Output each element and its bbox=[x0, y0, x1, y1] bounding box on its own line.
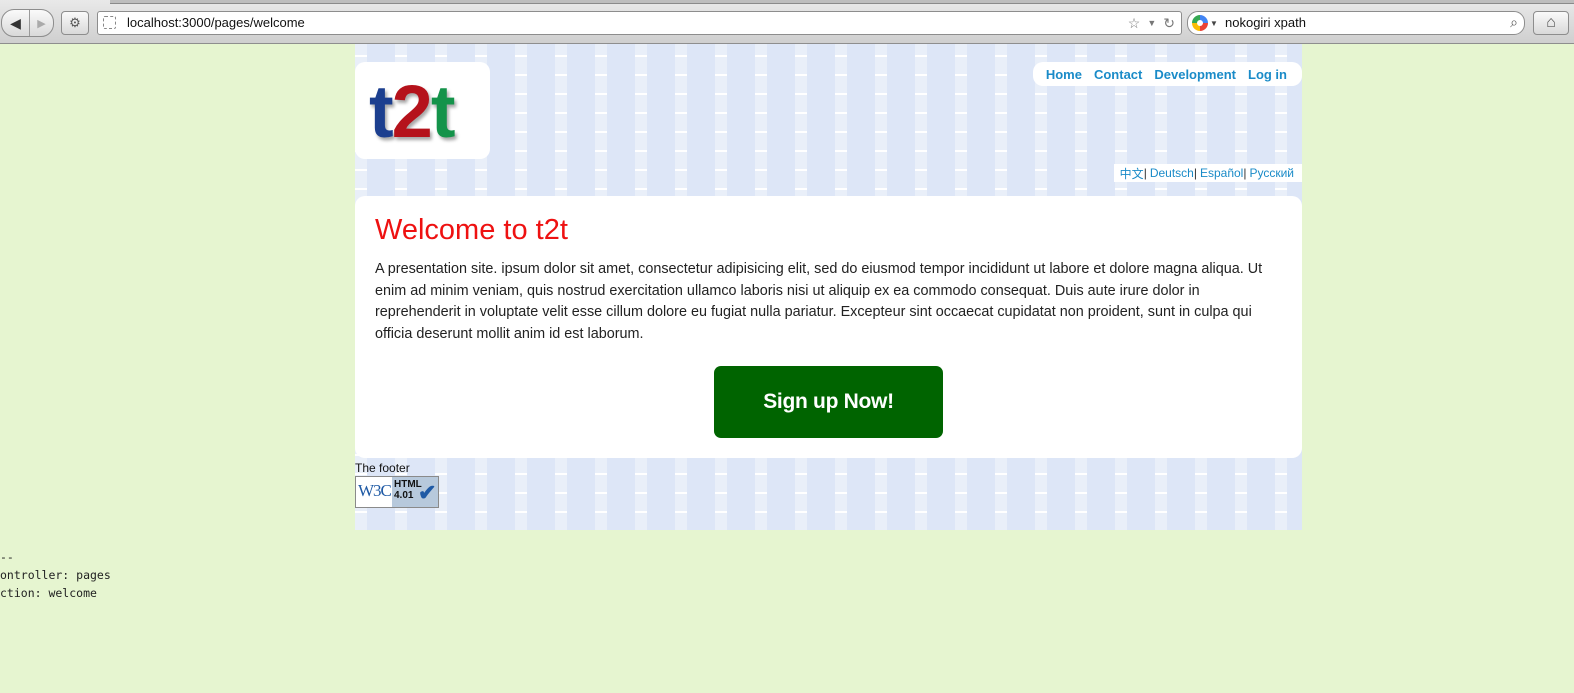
page-title: Welcome to t2t bbox=[375, 214, 568, 246]
forward-arrow-icon[interactable]: ▶ bbox=[30, 10, 53, 36]
logo-letter-t: t bbox=[369, 70, 394, 153]
main-content: Welcome to t2t A presentation site. ipsu… bbox=[355, 196, 1302, 458]
nav-home-link[interactable]: Home bbox=[1046, 67, 1082, 82]
lang-spanish-link[interactable]: Español bbox=[1200, 166, 1243, 180]
logo-box[interactable]: t2t bbox=[355, 62, 490, 159]
reload-icon[interactable]: ↻ bbox=[1163, 15, 1175, 32]
nav-development-link[interactable]: Development bbox=[1154, 67, 1236, 82]
separator: | bbox=[1143, 166, 1147, 180]
nav-login-link[interactable]: Log in bbox=[1248, 67, 1287, 82]
site-logo[interactable]: t2t bbox=[369, 70, 456, 154]
debug-line: ontroller: pages bbox=[0, 568, 111, 582]
footer-text: The footer bbox=[355, 461, 410, 475]
logo-letter-t2: t bbox=[430, 70, 456, 153]
search-field[interactable]: ▼ nokogiri xpath ⌕ bbox=[1187, 11, 1525, 35]
debug-line: -- bbox=[0, 550, 14, 564]
chevron-down-icon: ▼ bbox=[1210, 18, 1218, 28]
debug-params: -- ontroller: pages ction: welcome bbox=[0, 548, 111, 602]
page-icon bbox=[103, 16, 116, 29]
tab-strip bbox=[110, 0, 1574, 4]
back-arrow-icon[interactable]: ◀ bbox=[2, 10, 30, 36]
debug-line: ction: welcome bbox=[0, 586, 97, 600]
lang-german-link[interactable]: Deutsch bbox=[1150, 166, 1194, 180]
star-icon[interactable]: ☆ bbox=[1128, 15, 1141, 32]
checkmark-icon: ✔ bbox=[418, 480, 437, 505]
badge-panel: HTML 4.01 ✔ bbox=[392, 477, 438, 507]
lang-russian-link[interactable]: Русский bbox=[1249, 166, 1294, 180]
gear-icon[interactable]: ⚙ bbox=[61, 11, 89, 35]
separator: | bbox=[1243, 166, 1247, 180]
dropdown-caret-icon[interactable]: ▼ bbox=[1147, 18, 1156, 28]
signup-button[interactable]: Sign up Now! bbox=[714, 366, 943, 438]
browser-toolbar: ◀ ▶ ⚙ localhost:3000/pages/welcome ☆ ▼ ↻… bbox=[0, 0, 1574, 44]
url-text: localhost:3000/pages/welcome bbox=[127, 15, 305, 30]
lang-chinese-link[interactable]: 中文 bbox=[1120, 165, 1144, 182]
search-query: nokogiri xpath bbox=[1225, 15, 1306, 30]
page-container: t2t Home Contact Development Log in 中文 | … bbox=[355, 44, 1302, 530]
home-icon[interactable]: ⌂ bbox=[1533, 11, 1569, 35]
language-switcher: 中文 | Deutsch | Español | Русский bbox=[1113, 164, 1302, 182]
top-navigation: Home Contact Development Log in bbox=[1032, 62, 1302, 86]
w3c-validation-badge[interactable]: W3C HTML 4.01 ✔ bbox=[355, 476, 439, 508]
google-icon bbox=[1192, 15, 1208, 31]
logo-letter-2: 2 bbox=[391, 70, 433, 153]
magnifier-icon[interactable]: ⌕ bbox=[1510, 14, 1518, 31]
w3c-logo: W3C bbox=[358, 481, 392, 500]
search-engine-selector[interactable]: ▼ bbox=[1192, 14, 1224, 32]
intro-paragraph: A presentation site. ipsum dolor sit ame… bbox=[375, 261, 1263, 342]
navigation-buttons: ◀ ▶ bbox=[1, 9, 54, 37]
nav-contact-link[interactable]: Contact bbox=[1094, 67, 1142, 82]
address-bar[interactable]: localhost:3000/pages/welcome ☆ ▼ ↻ bbox=[97, 11, 1182, 35]
separator: | bbox=[1193, 166, 1197, 180]
